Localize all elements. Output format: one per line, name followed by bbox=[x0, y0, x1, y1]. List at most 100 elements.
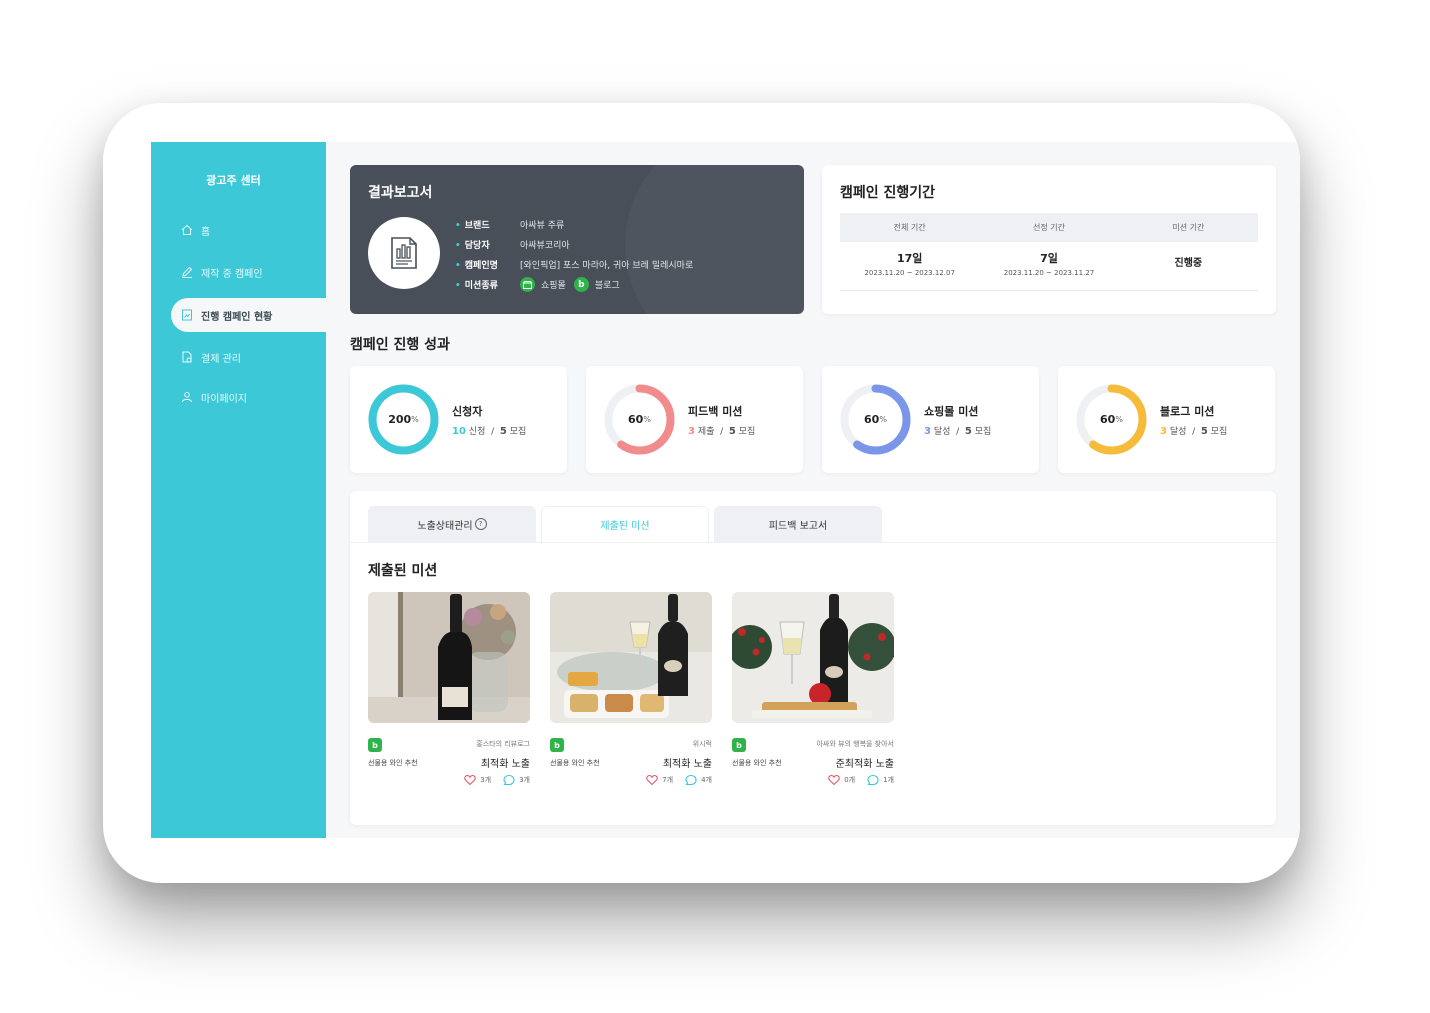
stat-name: 피드백 미션 bbox=[688, 405, 743, 418]
report-document-icon bbox=[368, 217, 440, 289]
period-mission: 진행중 bbox=[1119, 250, 1258, 290]
row-label: 브랜드 bbox=[455, 218, 520, 231]
sidebar-item-label: 결제 관리 bbox=[201, 353, 241, 365]
sidebar-item-label: 진행 캠페인 현황 bbox=[201, 311, 273, 323]
missions-panel: 노출상태관리 ? 제출된 미션 피드백 보고서 제출된 미션 b 홍스타의 리뷰… bbox=[350, 491, 1276, 825]
row-value: 아싸뷰 주류 bbox=[520, 221, 565, 231]
header-mission: 미션 기간 bbox=[1172, 223, 1205, 232]
campaign-period-card: 캠페인 진행기간 전체 기간 선정 기간 미션 기간 17일 2023.11.2… bbox=[822, 165, 1276, 314]
comments-count: 3개 bbox=[519, 776, 530, 784]
stat-name: 쇼핑몰 미션 bbox=[924, 405, 979, 418]
heart-icon bbox=[464, 774, 476, 786]
mission-author: 홍스타의 리뷰로그 bbox=[476, 740, 530, 748]
row-label: 미션종류 bbox=[455, 278, 520, 291]
mission-stats: 7개 4개 bbox=[646, 774, 712, 786]
stat-meta: 3 달성 / 5 모집 bbox=[1160, 426, 1228, 437]
comment-icon bbox=[685, 774, 697, 786]
comments-count: 4개 bbox=[701, 776, 712, 784]
blog-b-icon: b bbox=[732, 738, 746, 752]
mission-photo-wine-christmas[interactable] bbox=[732, 592, 894, 723]
total-days: 17일 bbox=[896, 252, 923, 265]
report-row-manager: 담당자 아싸뷰코리아 bbox=[455, 238, 570, 251]
mission-card[interactable]: b 위시럭 선물용 와인 추천 최적화 노출 7개 4개 bbox=[550, 592, 712, 792]
tab-feedback-report[interactable]: 피드백 보고서 bbox=[714, 506, 882, 542]
stat-name: 블로그 미션 bbox=[1160, 405, 1215, 418]
payment-doc-icon bbox=[182, 351, 192, 363]
mission-category: 선물용 와인 추천 bbox=[368, 759, 418, 767]
tab-submitted-missions[interactable]: 제출된 미션 bbox=[541, 506, 709, 542]
sidebar-item-mypage[interactable]: 마이페이지 bbox=[171, 380, 321, 414]
heart-icon bbox=[646, 774, 658, 786]
app-screen: 광고주 센터 홈 제작 중 캠페인 진행 캠페인 현황 결제 관리 마이페이지 bbox=[151, 142, 1300, 838]
selection-days: 7일 bbox=[1040, 252, 1058, 265]
sidebar-item-in-production[interactable]: 제작 중 캠페인 bbox=[171, 255, 321, 289]
mission-category: 선물용 와인 추천 bbox=[732, 759, 782, 767]
sidebar-item-home[interactable]: 홈 bbox=[171, 213, 321, 247]
submitted-missions-title: 제출된 미션 bbox=[368, 563, 438, 579]
tab-label: 노출상태관리 bbox=[417, 520, 473, 532]
tab-exposure-status[interactable]: 노출상태관리 ? bbox=[368, 506, 536, 542]
home-icon bbox=[181, 224, 193, 235]
sidebar-item-label: 마이페이지 bbox=[201, 393, 247, 405]
stat-name: 신청자 bbox=[452, 405, 483, 418]
likes-count: 3개 bbox=[480, 776, 492, 784]
period-title: 캠페인 진행기간 bbox=[840, 185, 936, 201]
mission-exposure-status: 준최적화 노출 bbox=[835, 759, 894, 770]
ring-percent: 60% bbox=[628, 413, 651, 426]
ring-percent: 200% bbox=[388, 413, 419, 426]
report-icon bbox=[182, 309, 192, 321]
report-row-mission-type: 미션종류 쇼핑몰 b 블로그 bbox=[455, 277, 620, 292]
period-selection: 7일 2023.11.20 ~ 2023.11.27 bbox=[979, 250, 1118, 290]
period-table-header: 전체 기간 선정 기간 미션 기간 bbox=[840, 213, 1258, 242]
ring-percent: 60% bbox=[864, 413, 887, 426]
mission-card[interactable]: b 홍스타의 리뷰로그 선물용 와인 추천 최적화 노출 3개 3개 bbox=[368, 592, 530, 792]
result-report-card: 결과보고서 브랜드 아싸뷰 주류 담당자 아싸뷰코리아 bbox=[350, 165, 804, 314]
mission-card[interactable]: b 아싸와 뷰의 행복을 찾아서 선물용 와인 추천 준최적화 노출 0개 1개 bbox=[732, 592, 894, 792]
mission-stats: 3개 3개 bbox=[464, 774, 530, 786]
mission-category: 선물용 와인 추천 bbox=[550, 759, 600, 767]
mission-status: 진행중 bbox=[1174, 258, 1203, 269]
likes-count: 7개 bbox=[662, 776, 674, 784]
user-icon bbox=[182, 392, 192, 403]
total-range: 2023.11.20 ~ 2023.12.07 bbox=[864, 269, 955, 277]
report-row-brand: 브랜드 아싸뷰 주류 bbox=[455, 218, 565, 231]
sidebar-item-payment[interactable]: 결제 관리 bbox=[171, 340, 321, 374]
header-selection: 선정 기간 bbox=[1033, 223, 1065, 232]
mission-author: 아싸와 뷰의 행복을 찾아서 bbox=[816, 740, 894, 748]
mission-photo-wine-flowers[interactable] bbox=[368, 592, 530, 723]
mission-exposure-status: 최적화 노출 bbox=[480, 759, 530, 770]
header-total: 전체 기간 bbox=[893, 223, 926, 232]
tab-divider bbox=[350, 542, 1276, 543]
stat-card-feedback-mission: 60% 피드백 미션 3 제출 / 5 모집 bbox=[586, 366, 803, 473]
tab-label: 피드백 보고서 bbox=[768, 520, 828, 532]
sidebar: 광고주 센터 홈 제작 중 캠페인 진행 캠페인 현황 결제 관리 마이페이지 bbox=[151, 142, 331, 838]
row-label: 담당자 bbox=[455, 238, 520, 251]
stat-meta: 10 신청 / 5 모집 bbox=[452, 426, 527, 437]
stat-meta: 3 달성 / 5 모집 bbox=[924, 426, 992, 437]
sidebar-item-label: 제작 중 캠페인 bbox=[201, 268, 263, 280]
comment-icon bbox=[867, 774, 879, 786]
stat-card-shop-mission: 60% 쇼핑몰 미션 3 달성 / 5 모집 bbox=[822, 366, 1039, 473]
report-row-campaign-name: 캠페인명 [와인픽업] 포스 마라아, 귀아 브레 밀레시마로 bbox=[455, 258, 693, 271]
row-value: [와인픽업] 포스 마라아, 귀아 브레 밀레시마로 bbox=[520, 261, 694, 271]
heart-icon bbox=[828, 774, 840, 786]
blog-b-icon: b bbox=[550, 738, 564, 752]
sidebar-title: 광고주 센터 bbox=[206, 174, 261, 187]
chip-label-shop: 쇼핑몰 bbox=[541, 281, 566, 291]
tab-label: 제출된 미션 bbox=[600, 521, 650, 532]
row-label: 캠페인명 bbox=[455, 258, 520, 271]
mission-exposure-status: 최적화 노출 bbox=[662, 759, 712, 770]
blog-b-icon: b bbox=[573, 277, 589, 292]
help-icon[interactable]: ? bbox=[474, 518, 487, 530]
mission-author: 위시럭 bbox=[692, 740, 712, 748]
mission-photo-wine-snacks[interactable] bbox=[550, 592, 712, 723]
blog-b-icon: b bbox=[368, 738, 382, 752]
selection-range: 2023.11.20 ~ 2023.11.27 bbox=[1003, 269, 1095, 277]
period-table-body: 17일 2023.11.20 ~ 2023.12.07 7일 2023.11.2… bbox=[840, 250, 1258, 291]
comment-icon bbox=[503, 774, 515, 786]
mission-stats: 0개 1개 bbox=[828, 774, 894, 786]
stat-card-applicants: 200% 신청자 10 신청 / 5 모집 bbox=[350, 366, 567, 473]
sidebar-item-campaign-status[interactable]: 진행 캠페인 현황 bbox=[171, 298, 331, 332]
tablet-frame: 광고주 센터 홈 제작 중 캠페인 진행 캠페인 현황 결제 관리 마이페이지 bbox=[103, 103, 1300, 883]
pencil-icon bbox=[182, 266, 193, 278]
